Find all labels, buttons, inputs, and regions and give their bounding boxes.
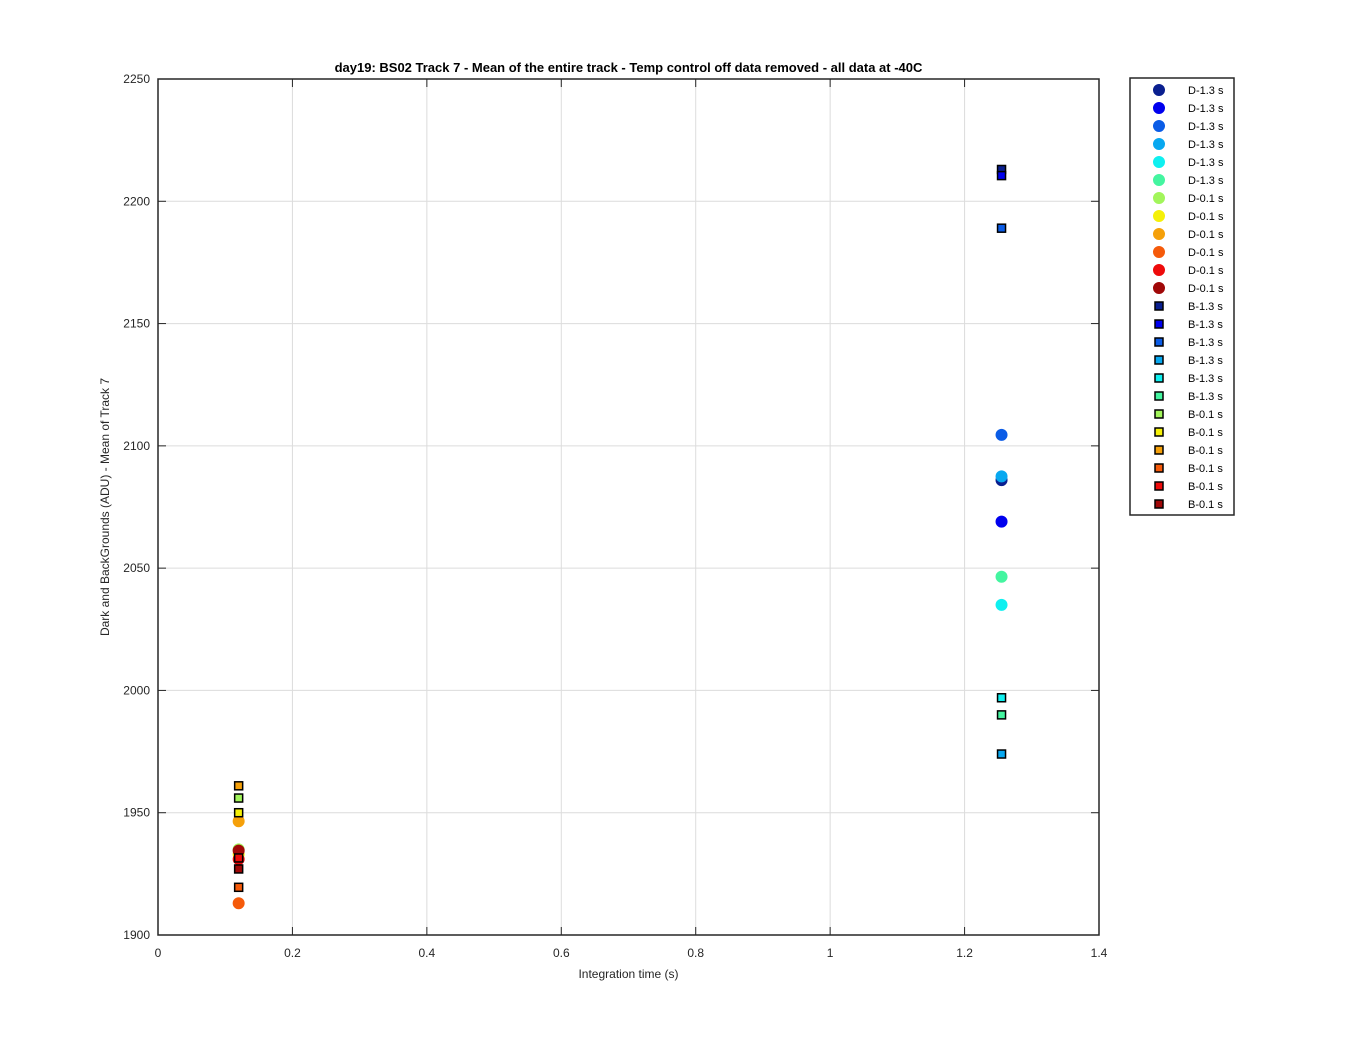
- scatter-chart: day19: BS02 Track 7 - Mean of the entire…: [0, 0, 1350, 1050]
- legend-marker: [1153, 282, 1165, 294]
- legend-entry-label: D-0.1 s: [1188, 283, 1224, 295]
- x-tick-label: 0.8: [687, 946, 704, 960]
- legend-entry-label: D-0.1 s: [1188, 193, 1224, 205]
- legend-entry-label: D-1.3 s: [1188, 121, 1224, 133]
- y-tick-label: 2200: [123, 194, 150, 208]
- square-point: [996, 710, 1007, 720]
- x-tick-label: 1.4: [1091, 946, 1108, 960]
- legend-marker: [1153, 120, 1165, 132]
- square-point: [233, 882, 244, 893]
- legend-marker: [1153, 210, 1165, 222]
- legend-entry-label: B-0.1 s: [1188, 409, 1223, 421]
- circle-point: [995, 428, 1008, 441]
- legend-entry-label: B-1.3 s: [1188, 301, 1223, 313]
- legend-marker: [1153, 84, 1165, 96]
- legend-marker: [1154, 427, 1164, 437]
- legend-entry-label: B-0.1 s: [1188, 463, 1223, 475]
- legend-entry-label: B-1.3 s: [1188, 391, 1223, 403]
- legend-entry-label: D-0.1 s: [1188, 265, 1224, 277]
- y-tick-label: 1900: [123, 928, 150, 942]
- legend-marker: [1154, 499, 1164, 509]
- y-tick-label: 2050: [123, 561, 150, 575]
- circle-point: [995, 598, 1008, 611]
- legend-marker: [1154, 301, 1164, 311]
- square-point: [996, 693, 1007, 703]
- square-point: [233, 853, 244, 863]
- legend-marker: [1154, 409, 1164, 419]
- square-point: [233, 864, 244, 874]
- legend-entry-label: D-1.3 s: [1188, 139, 1224, 151]
- legend-entry-label: B-1.3 s: [1188, 373, 1223, 385]
- y-tick-label: 2100: [123, 439, 150, 453]
- y-tick-label: 1950: [123, 806, 150, 820]
- legend-marker: [1154, 445, 1164, 455]
- legend-entry-label: D-0.1 s: [1188, 229, 1224, 241]
- legend-entry-label: D-1.3 s: [1188, 103, 1224, 115]
- x-tick-label: 0.6: [553, 946, 570, 960]
- circle-point: [995, 470, 1008, 483]
- legend-marker: [1153, 174, 1165, 186]
- legend-marker: [1154, 373, 1164, 383]
- legend-entry-label: D-1.3 s: [1188, 157, 1224, 169]
- legend-marker: [1154, 481, 1164, 491]
- legend-marker: [1154, 355, 1164, 365]
- y-tick-label: 2250: [123, 72, 150, 86]
- x-tick-label: 0.4: [419, 946, 436, 960]
- legend-entry-label: D-0.1 s: [1188, 247, 1224, 259]
- y-tick-label: 2150: [123, 317, 150, 331]
- circle-point: [995, 515, 1008, 528]
- legend-entry-label: B-0.1 s: [1188, 481, 1223, 493]
- square-point: [996, 749, 1007, 759]
- square-point: [233, 781, 244, 791]
- legend-marker: [1153, 138, 1165, 150]
- x-tick-label: 0: [155, 946, 162, 960]
- legend-marker: [1154, 319, 1164, 329]
- legend-marker: [1153, 228, 1165, 240]
- legend-entry-label: B-0.1 s: [1188, 499, 1223, 511]
- legend-entry-label: B-1.3 s: [1188, 337, 1223, 349]
- x-tick-label: 0.2: [284, 946, 301, 960]
- chart-title: day19: BS02 Track 7 - Mean of the entire…: [335, 60, 923, 75]
- square-point: [233, 807, 244, 818]
- legend-entry-label: D-1.3 s: [1188, 85, 1224, 97]
- square-point: [996, 223, 1007, 233]
- legend-entry-label: B-1.3 s: [1188, 355, 1223, 367]
- legend-marker: [1153, 156, 1165, 168]
- legend-marker: [1153, 102, 1165, 114]
- legend-entry-label: D-1.3 s: [1188, 175, 1224, 187]
- legend-marker: [1153, 264, 1165, 276]
- x-tick-label: 1.2: [956, 946, 973, 960]
- legend: D-1.3 s D-1.3 s D-1.3 s D-1.3 s D-1.3 s D-1.3…: [1129, 77, 1235, 516]
- circle-point: [995, 570, 1008, 583]
- legend-marker: [1154, 391, 1164, 401]
- square-point: [996, 170, 1007, 181]
- legend-entry-label: D-0.1 s: [1188, 211, 1224, 223]
- x-axis-label: Integration time (s): [578, 967, 678, 981]
- legend-entry-label: B-0.1 s: [1188, 427, 1223, 439]
- square-point: [233, 793, 244, 803]
- legend-marker: [1153, 192, 1165, 204]
- legend-marker: [1154, 337, 1164, 347]
- legend-entry-label: B-0.1 s: [1188, 445, 1223, 457]
- y-tick-label: 2000: [123, 683, 150, 697]
- legend-marker: [1153, 246, 1165, 258]
- legend-entry-label: B-1.3 s: [1188, 319, 1223, 331]
- x-tick-label: 1: [827, 946, 834, 960]
- y-axis-label: Dark and BackGrounds (ADU) - Mean of Tra…: [98, 378, 112, 636]
- circle-point: [232, 897, 245, 910]
- legend-marker: [1154, 463, 1164, 473]
